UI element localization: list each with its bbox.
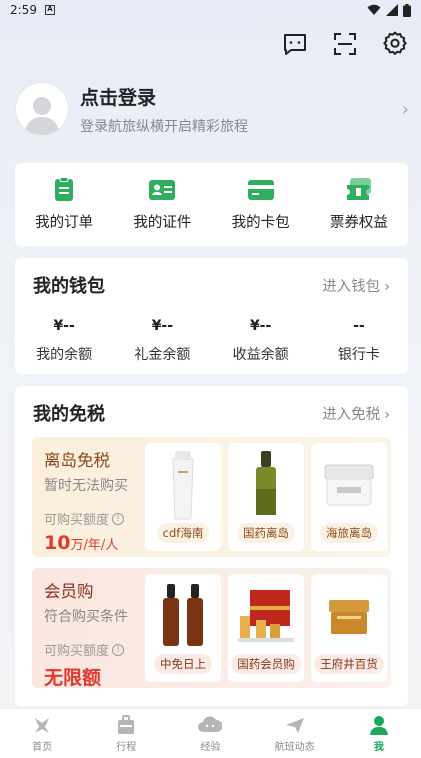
earnings-balance-label: 收益余额 — [232, 347, 289, 363]
suitcase-icon — [118, 714, 135, 734]
status-bar: 2:59 A — [0, 0, 421, 20]
tab-me[interactable]: 我 — [344, 715, 414, 753]
avatar — [16, 83, 68, 135]
quota-amount: 无限额 — [44, 667, 102, 689]
store-tag: 王府井百货 — [314, 654, 384, 674]
duty-free-title: 我的免税 — [33, 404, 105, 425]
tab-label: 经验 — [200, 741, 221, 753]
balance-label: 我的余额 — [36, 347, 93, 363]
serum-bottle-icon — [256, 451, 276, 515]
store-tag: 国药离岛 — [237, 523, 295, 543]
quick-action-label: 票券权益 — [329, 215, 388, 231]
home-icon — [35, 717, 50, 733]
store-tag: 国药会员购 — [231, 654, 301, 674]
quota-amount-value: 10 — [44, 532, 71, 554]
id-card-icon — [149, 180, 176, 200]
tab-trips[interactable]: 行程 — [91, 714, 161, 753]
enter-duty-free-link[interactable]: 进入免税 › — [322, 403, 390, 424]
settings-gear-icon[interactable] — [381, 30, 409, 58]
ticket-benefits-button[interactable]: 票券权益 — [314, 177, 404, 232]
scan-icon[interactable] — [331, 30, 359, 58]
store-tag: cdf海南 — [156, 523, 210, 543]
quick-action-label: 我的订单 — [35, 215, 94, 231]
island-duty-free-panel[interactable]: 离岛免税 暂时无法购买 可购买额度! 10万/年/人 cdf海南 国药离岛 海旅… — [32, 437, 391, 557]
quota-label: 可购买额度 — [44, 513, 110, 528]
quick-action-label: 我的卡包 — [231, 215, 290, 231]
enter-wallet-label: 进入钱包 — [322, 278, 381, 295]
wallet-card: 我的钱包 进入钱包 › ¥-- 我的余额 ¥-- 礼金余额 ¥-- 收益余额 --… — [15, 258, 408, 374]
wallet-title: 我的钱包 — [33, 276, 105, 297]
skincare-tube-icon — [172, 451, 194, 520]
quota-amount: 10万/年/人 — [44, 532, 144, 554]
my-documents-button[interactable]: 我的证件 — [117, 177, 207, 232]
bank-card-label: 银行卡 — [337, 347, 380, 363]
quick-actions-card: 我的订单 我的证件 我的卡包 票券权益 — [15, 163, 408, 246]
island-duty-free-desc: 暂时无法购买 — [44, 478, 128, 494]
member-purchase-panel[interactable]: 会员购 符合购买条件 可购买额度! 无限额 中免日上 国药会员购 王府井百货 — [32, 568, 391, 689]
wifi-icon — [367, 4, 381, 15]
tab-label: 行程 — [116, 741, 137, 753]
store-tag: 中免日上 — [154, 654, 212, 674]
chevron-right-icon: › — [401, 98, 409, 120]
default-avatar-icon — [24, 97, 60, 135]
gift-balance-value: ¥-- — [151, 318, 174, 334]
battery-icon — [403, 3, 411, 17]
chevron-right-icon: › — [384, 406, 390, 423]
login-subtitle: 登录航旅纵横开启精彩旅程 — [80, 118, 248, 135]
tab-flight-status[interactable]: 航班动态 — [260, 715, 330, 753]
gift-balance-label: 礼金余额 — [134, 347, 191, 363]
member-purchase-name: 会员购 — [44, 582, 94, 601]
product-card-wangfujing[interactable]: 王府井百货 — [311, 574, 387, 682]
quota-label: 可购买额度 — [44, 644, 110, 659]
product-card-cdf[interactable]: cdf海南 — [145, 443, 221, 551]
bank-card-value: -- — [353, 318, 365, 334]
earnings-balance-value: ¥-- — [249, 318, 272, 334]
dropper-bottles-icon — [163, 584, 203, 646]
info-icon[interactable]: ! — [112, 643, 125, 656]
product-card-guoyao[interactable]: 国药离岛 — [228, 443, 304, 551]
message-icon[interactable] — [281, 30, 309, 58]
product-card-hailv[interactable]: 海旅离岛 — [311, 443, 387, 551]
balance-item[interactable]: ¥-- 我的余额 — [19, 318, 109, 364]
status-time: 2:59 — [10, 3, 37, 17]
top-actions — [281, 30, 409, 58]
tab-home[interactable]: 首页 — [7, 715, 77, 753]
quota-amount-unit: 万/年/人 — [70, 538, 119, 553]
my-orders-button[interactable]: 我的订单 — [19, 177, 109, 232]
gift-balance-item[interactable]: ¥-- 礼金余额 — [117, 318, 207, 364]
product-card-guoyao-member[interactable]: 国药会员购 — [228, 574, 304, 682]
enter-duty-free-label: 进入免税 — [322, 406, 381, 423]
bank-card-item[interactable]: -- 银行卡 — [314, 318, 404, 364]
balance-value: ¥-- — [53, 318, 75, 334]
tab-label: 我 — [373, 741, 384, 753]
enter-wallet-link[interactable]: 进入钱包 › — [322, 275, 390, 296]
bottom-tab-bar: 首页 行程 经验 航班动态 我 — [0, 708, 421, 758]
login-profile-row[interactable]: 点击登录 登录航旅纵横开启精彩旅程 › — [16, 82, 409, 136]
tab-experience[interactable]: 经验 — [175, 715, 245, 753]
login-title[interactable]: 点击登录 — [80, 83, 402, 110]
signal-icon — [386, 4, 398, 16]
tab-label: 航班动态 — [274, 741, 315, 753]
order-icon — [55, 177, 74, 201]
chevron-right-icon: › — [384, 278, 390, 295]
notification-a-icon: A — [44, 5, 55, 15]
airplane-icon — [285, 717, 304, 733]
member-purchase-desc: 符合购买条件 — [44, 609, 128, 625]
tab-label: 首页 — [32, 741, 53, 753]
quick-action-label: 我的证件 — [133, 215, 192, 231]
product-card-cdf-sunrise[interactable]: 中免日上 — [145, 574, 221, 682]
duty-free-card: 我的免税 进入免税 › 离岛免税 暂时无法购买 可购买额度! 10万/年/人 cd… — [15, 386, 408, 706]
cream-jar-icon — [324, 464, 374, 506]
person-icon — [369, 715, 388, 735]
store-tag: 海旅离岛 — [320, 523, 378, 543]
info-icon[interactable]: ! — [112, 512, 125, 525]
gift-set-icon — [238, 590, 294, 642]
gold-cream-jar-icon — [329, 600, 369, 634]
my-card-wallet-button[interactable]: 我的卡包 — [216, 177, 306, 232]
island-duty-free-name: 离岛免税 — [44, 451, 110, 470]
ticket-icon — [346, 178, 371, 200]
cloud-face-icon — [198, 715, 223, 732]
card-wallet-icon — [247, 180, 274, 200]
earnings-balance-item[interactable]: ¥-- 收益余额 — [216, 318, 306, 364]
